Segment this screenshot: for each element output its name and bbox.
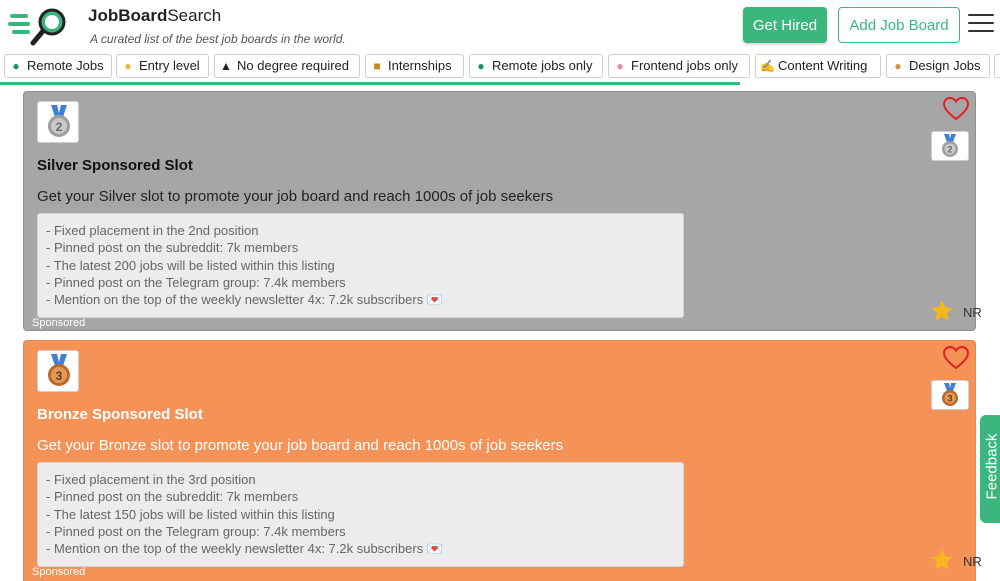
artist-icon: ●: [894, 59, 902, 73]
feature-list: - Fixed placement in the 2nd position - …: [37, 213, 684, 318]
svg-text:2: 2: [56, 120, 63, 134]
card-title[interactable]: Silver Sponsored Slot: [37, 157, 193, 174]
feature-item: - Pinned post on the subreddit: 7k membe…: [46, 489, 299, 505]
svg-text:3: 3: [947, 394, 952, 404]
svg-text:2: 2: [947, 145, 952, 155]
card-description: Get your Silver slot to promote your job…: [37, 188, 554, 205]
globe-icon: ●: [477, 59, 485, 73]
chip-entry-level[interactable]: ● Entry level: [116, 54, 209, 78]
feedback-label: Feedback: [983, 433, 1000, 500]
rating-value: NR: [963, 305, 982, 320]
bronze-medal-icon: 3: [37, 350, 79, 392]
add-job-board-button[interactable]: Add Job Board: [838, 7, 960, 43]
tagline: A curated list of the best job boards in…: [90, 32, 346, 46]
rating-value: NR: [963, 554, 982, 569]
chip-partial[interactable]: [994, 54, 1000, 78]
graduation-cap-icon: ▲: [220, 59, 232, 73]
feature-item: - Pinned post on the Telegram group: 7.4…: [46, 523, 346, 539]
svg-text:3: 3: [56, 369, 63, 383]
star-icon: [931, 549, 953, 570]
feature-list: - Fixed placement in the 3rd position - …: [37, 462, 684, 567]
chip-no-degree[interactable]: ▲ No degree required: [214, 54, 360, 78]
writing-hand-icon: ✍: [760, 59, 775, 73]
feedback-tab[interactable]: Feedback: [980, 415, 1000, 523]
feature-item: - Fixed placement in the 3rd position: [46, 472, 256, 487]
chip-internships[interactable]: ■ Internships: [365, 54, 464, 78]
chip-design-jobs[interactable]: ● Design Jobs: [886, 54, 990, 78]
logo-search-icon[interactable]: [8, 6, 70, 46]
chip-frontend[interactable]: ● Frontend jobs only: [608, 54, 750, 78]
feature-item: - Mention on the top of the weekly newsl…: [46, 292, 443, 308]
heart-icon[interactable]: [943, 97, 969, 121]
feature-item: - The latest 150 jobs will be listed wit…: [46, 506, 335, 522]
feature-item: - Fixed placement in the 2nd position: [46, 223, 259, 238]
silver-medal-icon: 2: [931, 131, 969, 161]
feature-item: - Mention on the top of the weekly newsl…: [46, 541, 443, 557]
category-chips: ● Remote Jobs ● Entry level ▲ No degree req…: [0, 54, 1000, 78]
brand-name[interactable]: JobBoardSearch: [88, 6, 221, 26]
heart-icon[interactable]: [943, 346, 969, 370]
feature-item: - Pinned post on the subreddit: 7k membe…: [46, 240, 299, 256]
menu-icon[interactable]: [968, 14, 994, 36]
chip-remote-jobs[interactable]: ● Remote Jobs: [4, 54, 112, 78]
silver-medal-icon: 2: [37, 101, 79, 143]
chip-remote-only[interactable]: ● Remote jobs only: [469, 54, 603, 78]
card-title[interactable]: Bronze Sponsored Slot: [37, 406, 203, 423]
bronze-sponsored-card[interactable]: 3 Bronze Sponsored Slot Get your Bronze …: [23, 340, 982, 581]
sponsored-label: Sponsored: [32, 566, 86, 578]
star-icon: [931, 300, 953, 321]
feature-item: - The latest 200 jobs will be listed wit…: [46, 257, 335, 273]
get-hired-button[interactable]: Get Hired: [743, 7, 827, 43]
silver-sponsored-card[interactable]: 2 Silver Sponsored Slot Get your Silver …: [23, 91, 982, 331]
frontend-icon: ●: [616, 59, 624, 73]
card-description: Get your Bronze slot to promote your job…: [37, 437, 564, 454]
intern-icon: ■: [373, 59, 381, 73]
feature-item: - Pinned post on the Telegram group: 7.4…: [46, 274, 346, 290]
scroll-progress-bar: [0, 82, 740, 85]
baby-icon: ●: [124, 59, 132, 73]
site-header: JobBoardSearch A curated list of the bes…: [0, 0, 1000, 52]
globe-icon: ●: [12, 59, 20, 73]
sponsored-label: Sponsored: [32, 317, 86, 329]
bronze-medal-icon: 3: [931, 380, 969, 410]
chip-content-writing[interactable]: ✍ Content Writing: [755, 54, 881, 78]
